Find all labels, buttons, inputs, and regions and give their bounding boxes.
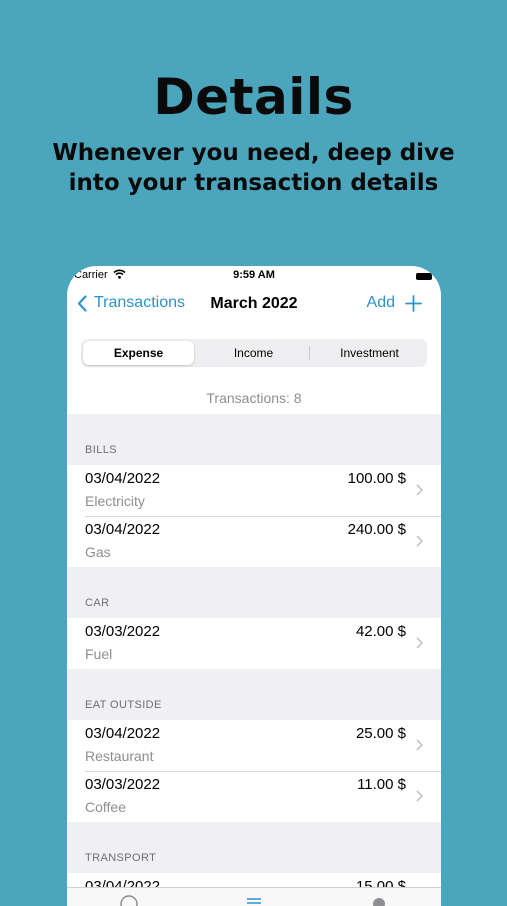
- chevron-right-icon: [416, 484, 423, 496]
- chevron-right-icon: [416, 637, 423, 649]
- row-separator: [85, 771, 441, 772]
- chevron-right-icon: [416, 739, 423, 751]
- list-icon[interactable]: [244, 894, 264, 906]
- status-bar: Carrier 9:59 AM: [67, 269, 441, 285]
- section-title: CAR: [85, 597, 110, 609]
- pie-chart-icon[interactable]: [119, 894, 139, 906]
- section-title: TRANSPORT: [85, 852, 157, 864]
- segment-expense[interactable]: Expense: [83, 341, 194, 365]
- row-date: 03/04/2022: [85, 470, 161, 487]
- table-row[interactable]: 03/03/2022 Coffee 11.00 $: [67, 771, 441, 822]
- phone-screen: Carrier 9:59 AM Transactions March 2022 …: [67, 266, 441, 906]
- transactions-list: BILLS 03/04/2022 Electricity 100.00 $ 03…: [67, 414, 441, 906]
- row-category: Fuel: [85, 646, 113, 662]
- row-amount: 42.00 $: [355, 623, 406, 640]
- row-category: Gas: [85, 544, 111, 560]
- table-row[interactable]: 03/04/2022 Gas 240.00 $: [67, 516, 441, 567]
- row-amount: 240.00 $: [347, 521, 406, 538]
- promo-title: Details: [153, 68, 354, 126]
- tab-bar: [67, 887, 441, 906]
- back-button-label: Transactions: [94, 294, 185, 311]
- row-date: 03/04/2022: [85, 725, 161, 742]
- chevron-right-icon: [416, 790, 423, 802]
- promo-subtitle-line-1: Whenever you need, deep dive: [52, 140, 455, 166]
- segment-investment[interactable]: Investment: [314, 341, 425, 365]
- section-header-transport: TRANSPORT: [67, 822, 441, 873]
- row-amount: 25.00 $: [355, 725, 406, 742]
- top-area: Carrier 9:59 AM Transactions March 2022 …: [67, 266, 441, 414]
- section-header-car: CAR: [67, 567, 441, 618]
- row-separator: [85, 516, 441, 517]
- add-button[interactable]: Add: [367, 294, 422, 312]
- back-button[interactable]: Transactions: [77, 294, 185, 312]
- row-amount: 100.00 $: [347, 470, 406, 487]
- gear-icon[interactable]: [369, 894, 389, 906]
- row-category: Restaurant: [85, 748, 154, 764]
- section-header-eat-outside: EAT OUTSIDE: [67, 669, 441, 720]
- row-date: 03/03/2022: [85, 623, 161, 640]
- segmented-control: Expense Income Investment: [81, 339, 427, 367]
- chevron-right-icon: [416, 535, 423, 547]
- row-date: 03/04/2022: [85, 521, 161, 538]
- promo-subtitle: Whenever you need, deep dive into your t…: [0, 138, 507, 198]
- table-row[interactable]: 03/04/2022 Electricity 100.00 $: [67, 465, 441, 516]
- status-time: 9:59 AM: [233, 269, 275, 281]
- promo-subtitle-line-2: into your transaction details: [68, 170, 439, 196]
- plus-icon: [405, 294, 422, 312]
- battery-icon: [416, 273, 432, 280]
- section-title: BILLS: [85, 444, 117, 456]
- navigation-bar: Transactions March 2022 Add: [67, 294, 441, 318]
- chevron-left-icon: [77, 294, 87, 312]
- row-date: 03/03/2022: [85, 776, 161, 793]
- segment-income[interactable]: Income: [198, 341, 309, 365]
- transactions-count: Transactions: 8: [206, 390, 302, 406]
- row-category: Coffee: [85, 799, 126, 815]
- row-amount: 11.00 $: [357, 776, 406, 793]
- section-header-bills: BILLS: [67, 414, 441, 465]
- row-category: Electricity: [85, 493, 145, 509]
- section-title: EAT OUTSIDE: [85, 699, 162, 711]
- segment-divider: [309, 346, 310, 360]
- table-row[interactable]: 03/04/2022 Restaurant 25.00 $: [67, 720, 441, 771]
- table-row[interactable]: 03/03/2022 Fuel 42.00 $: [67, 618, 441, 669]
- add-button-label: Add: [366, 294, 395, 311]
